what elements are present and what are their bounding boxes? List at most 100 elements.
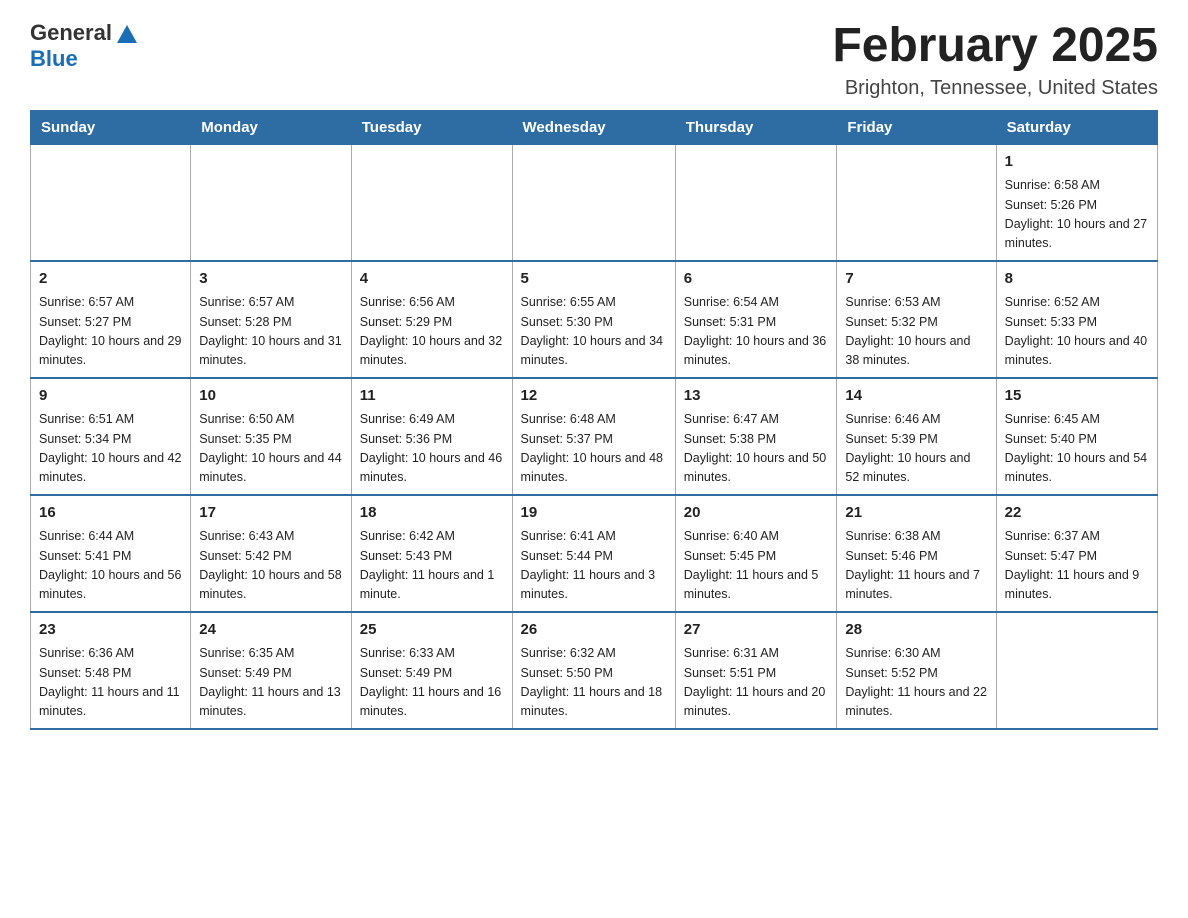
calendar-cell: 14Sunrise: 6:46 AMSunset: 5:39 PMDayligh… — [837, 378, 996, 495]
calendar-cell: 11Sunrise: 6:49 AMSunset: 5:36 PMDayligh… — [351, 378, 512, 495]
calendar-cell: 8Sunrise: 6:52 AMSunset: 5:33 PMDaylight… — [996, 261, 1157, 378]
day-info: Sunrise: 6:48 AMSunset: 5:37 PMDaylight:… — [521, 410, 667, 488]
day-info: Sunrise: 6:52 AMSunset: 5:33 PMDaylight:… — [1005, 293, 1149, 371]
day-number: 18 — [360, 502, 504, 525]
day-info: Sunrise: 6:50 AMSunset: 5:35 PMDaylight:… — [199, 410, 343, 488]
calendar-week-row: 2Sunrise: 6:57 AMSunset: 5:27 PMDaylight… — [31, 261, 1158, 378]
day-number: 8 — [1005, 268, 1149, 291]
day-info: Sunrise: 6:54 AMSunset: 5:31 PMDaylight:… — [684, 293, 829, 371]
calendar-cell: 17Sunrise: 6:43 AMSunset: 5:42 PMDayligh… — [191, 495, 352, 612]
day-info: Sunrise: 6:37 AMSunset: 5:47 PMDaylight:… — [1005, 527, 1149, 605]
day-info: Sunrise: 6:40 AMSunset: 5:45 PMDaylight:… — [684, 527, 829, 605]
day-info: Sunrise: 6:55 AMSunset: 5:30 PMDaylight:… — [521, 293, 667, 371]
calendar-cell: 3Sunrise: 6:57 AMSunset: 5:28 PMDaylight… — [191, 261, 352, 378]
day-info: Sunrise: 6:46 AMSunset: 5:39 PMDaylight:… — [845, 410, 987, 488]
day-number: 28 — [845, 619, 987, 642]
calendar-cell — [996, 612, 1157, 729]
calendar-cell: 28Sunrise: 6:30 AMSunset: 5:52 PMDayligh… — [837, 612, 996, 729]
title-section: February 2025 Brighton, Tennessee, Unite… — [832, 20, 1158, 100]
day-info: Sunrise: 6:49 AMSunset: 5:36 PMDaylight:… — [360, 410, 504, 488]
location-text: Brighton, Tennessee, United States — [832, 77, 1158, 100]
calendar-cell: 21Sunrise: 6:38 AMSunset: 5:46 PMDayligh… — [837, 495, 996, 612]
day-number: 11 — [360, 385, 504, 408]
day-number: 9 — [39, 385, 182, 408]
calendar-cell: 6Sunrise: 6:54 AMSunset: 5:31 PMDaylight… — [675, 261, 837, 378]
day-info: Sunrise: 6:33 AMSunset: 5:49 PMDaylight:… — [360, 644, 504, 722]
weekday-header-thursday: Thursday — [675, 110, 837, 144]
logo-triangle-icon — [117, 25, 137, 43]
day-info: Sunrise: 6:57 AMSunset: 5:28 PMDaylight:… — [199, 293, 343, 371]
calendar-cell: 10Sunrise: 6:50 AMSunset: 5:35 PMDayligh… — [191, 378, 352, 495]
day-number: 14 — [845, 385, 987, 408]
day-info: Sunrise: 6:43 AMSunset: 5:42 PMDaylight:… — [199, 527, 343, 605]
calendar-cell — [675, 144, 837, 261]
day-info: Sunrise: 6:58 AMSunset: 5:26 PMDaylight:… — [1005, 176, 1149, 254]
day-info: Sunrise: 6:41 AMSunset: 5:44 PMDaylight:… — [521, 527, 667, 605]
calendar-cell: 20Sunrise: 6:40 AMSunset: 5:45 PMDayligh… — [675, 495, 837, 612]
day-number: 15 — [1005, 385, 1149, 408]
day-number: 4 — [360, 268, 504, 291]
calendar-cell: 19Sunrise: 6:41 AMSunset: 5:44 PMDayligh… — [512, 495, 675, 612]
calendar-week-row: 1Sunrise: 6:58 AMSunset: 5:26 PMDaylight… — [31, 144, 1158, 261]
calendar-cell: 4Sunrise: 6:56 AMSunset: 5:29 PMDaylight… — [351, 261, 512, 378]
calendar-cell: 18Sunrise: 6:42 AMSunset: 5:43 PMDayligh… — [351, 495, 512, 612]
calendar-cell: 5Sunrise: 6:55 AMSunset: 5:30 PMDaylight… — [512, 261, 675, 378]
day-number: 26 — [521, 619, 667, 642]
day-info: Sunrise: 6:57 AMSunset: 5:27 PMDaylight:… — [39, 293, 182, 371]
day-number: 23 — [39, 619, 182, 642]
day-info: Sunrise: 6:56 AMSunset: 5:29 PMDaylight:… — [360, 293, 504, 371]
day-number: 12 — [521, 385, 667, 408]
day-info: Sunrise: 6:32 AMSunset: 5:50 PMDaylight:… — [521, 644, 667, 722]
calendar-cell: 13Sunrise: 6:47 AMSunset: 5:38 PMDayligh… — [675, 378, 837, 495]
month-title: February 2025 — [832, 20, 1158, 73]
calendar-cell — [351, 144, 512, 261]
calendar-week-row: 16Sunrise: 6:44 AMSunset: 5:41 PMDayligh… — [31, 495, 1158, 612]
day-info: Sunrise: 6:45 AMSunset: 5:40 PMDaylight:… — [1005, 410, 1149, 488]
calendar-cell — [512, 144, 675, 261]
day-number: 2 — [39, 268, 182, 291]
day-info: Sunrise: 6:42 AMSunset: 5:43 PMDaylight:… — [360, 527, 504, 605]
calendar-cell: 12Sunrise: 6:48 AMSunset: 5:37 PMDayligh… — [512, 378, 675, 495]
calendar-cell — [837, 144, 996, 261]
weekday-header-tuesday: Tuesday — [351, 110, 512, 144]
weekday-header-friday: Friday — [837, 110, 996, 144]
logo: General Blue — [30, 20, 137, 72]
calendar-cell: 1Sunrise: 6:58 AMSunset: 5:26 PMDaylight… — [996, 144, 1157, 261]
calendar-cell: 16Sunrise: 6:44 AMSunset: 5:41 PMDayligh… — [31, 495, 191, 612]
calendar-cell: 15Sunrise: 6:45 AMSunset: 5:40 PMDayligh… — [996, 378, 1157, 495]
day-number: 3 — [199, 268, 343, 291]
day-info: Sunrise: 6:44 AMSunset: 5:41 PMDaylight:… — [39, 527, 182, 605]
day-number: 25 — [360, 619, 504, 642]
weekday-header-monday: Monday — [191, 110, 352, 144]
calendar-cell: 26Sunrise: 6:32 AMSunset: 5:50 PMDayligh… — [512, 612, 675, 729]
day-number: 10 — [199, 385, 343, 408]
logo-general-text: General — [30, 20, 112, 46]
day-info: Sunrise: 6:30 AMSunset: 5:52 PMDaylight:… — [845, 644, 987, 722]
day-number: 21 — [845, 502, 987, 525]
calendar-cell — [31, 144, 191, 261]
day-number: 19 — [521, 502, 667, 525]
calendar-cell: 2Sunrise: 6:57 AMSunset: 5:27 PMDaylight… — [31, 261, 191, 378]
day-number: 1 — [1005, 151, 1149, 174]
logo-general: General — [30, 20, 137, 46]
day-number: 17 — [199, 502, 343, 525]
day-number: 5 — [521, 268, 667, 291]
weekday-header-sunday: Sunday — [31, 110, 191, 144]
calendar-table: SundayMondayTuesdayWednesdayThursdayFrid… — [30, 110, 1158, 730]
day-info: Sunrise: 6:53 AMSunset: 5:32 PMDaylight:… — [845, 293, 987, 371]
calendar-cell: 27Sunrise: 6:31 AMSunset: 5:51 PMDayligh… — [675, 612, 837, 729]
calendar-cell: 25Sunrise: 6:33 AMSunset: 5:49 PMDayligh… — [351, 612, 512, 729]
calendar-cell: 7Sunrise: 6:53 AMSunset: 5:32 PMDaylight… — [837, 261, 996, 378]
day-number: 27 — [684, 619, 829, 642]
calendar-cell: 9Sunrise: 6:51 AMSunset: 5:34 PMDaylight… — [31, 378, 191, 495]
day-number: 7 — [845, 268, 987, 291]
page-header: General Blue February 2025 Brighton, Ten… — [30, 20, 1158, 100]
weekday-header-row: SundayMondayTuesdayWednesdayThursdayFrid… — [31, 110, 1158, 144]
calendar-cell: 22Sunrise: 6:37 AMSunset: 5:47 PMDayligh… — [996, 495, 1157, 612]
day-info: Sunrise: 6:31 AMSunset: 5:51 PMDaylight:… — [684, 644, 829, 722]
day-info: Sunrise: 6:51 AMSunset: 5:34 PMDaylight:… — [39, 410, 182, 488]
day-number: 24 — [199, 619, 343, 642]
weekday-header-wednesday: Wednesday — [512, 110, 675, 144]
day-info: Sunrise: 6:35 AMSunset: 5:49 PMDaylight:… — [199, 644, 343, 722]
day-info: Sunrise: 6:47 AMSunset: 5:38 PMDaylight:… — [684, 410, 829, 488]
